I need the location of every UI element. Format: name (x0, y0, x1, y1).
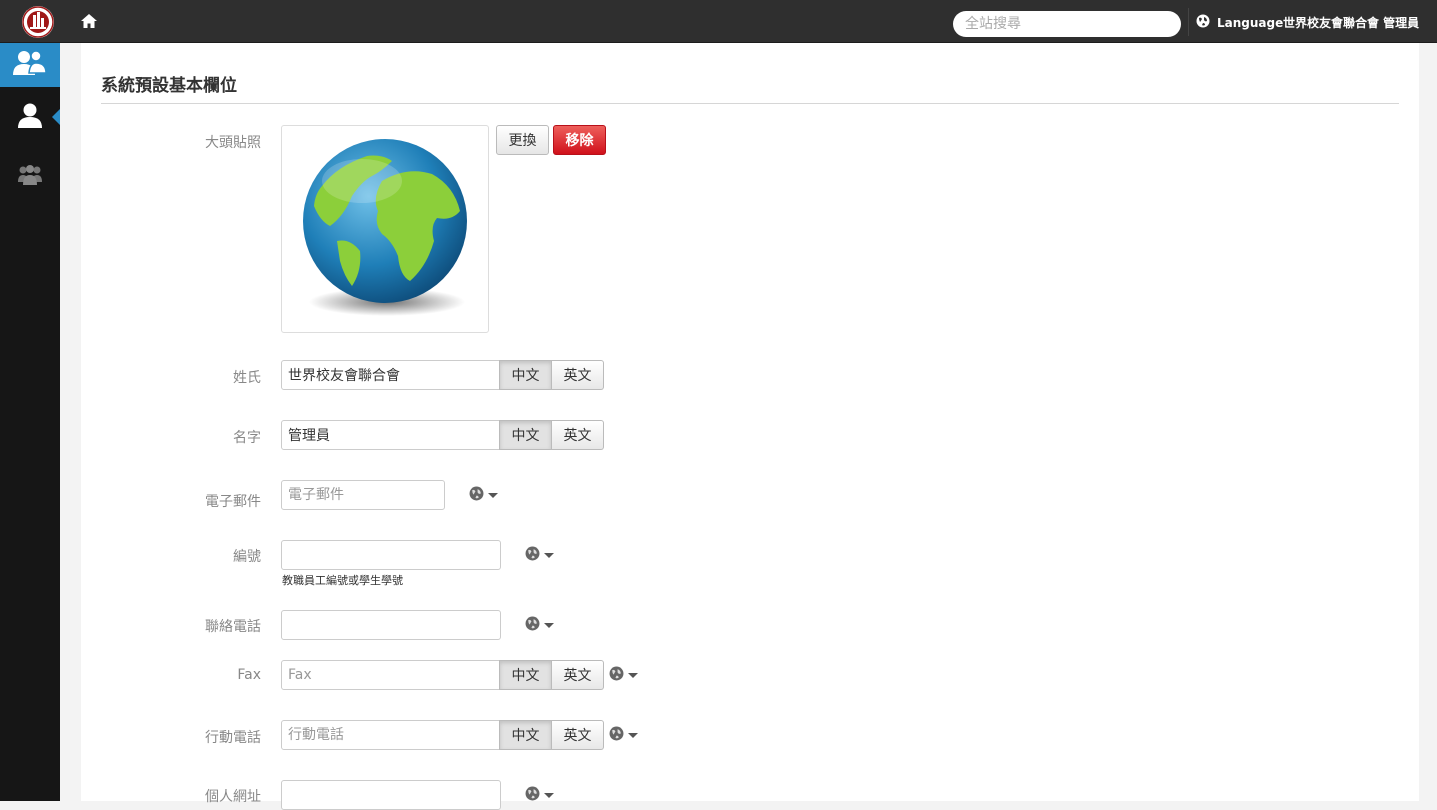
language-menu[interactable]: Language (1196, 14, 1283, 31)
chevron-down-icon (628, 733, 638, 738)
globe-icon (469, 486, 484, 505)
members-icon (13, 49, 47, 81)
top-navbar: Language 世界校友會聯合會 管理員 (0, 0, 1437, 43)
chevron-down-icon (544, 623, 554, 628)
sidebar-item-groups[interactable] (0, 155, 60, 199)
main-content: 系統預設基本欄位 大頭貼照 更換 移除 姓氏 世界校友會聯合會 中文 英文 名字… (81, 43, 1419, 810)
fax-privacy-dropdown[interactable] (609, 666, 638, 685)
avatar-preview (281, 125, 489, 333)
last-name-input[interactable] (281, 360, 500, 390)
last-name-lang-zh-button[interactable]: 中文 (499, 360, 552, 390)
chevron-down-icon (544, 793, 554, 798)
phone-input[interactable] (281, 610, 501, 640)
last-name-lang-en-button[interactable]: 英文 (552, 360, 604, 390)
globe-icon (609, 726, 624, 745)
chevron-down-icon (628, 673, 638, 678)
home-icon[interactable] (80, 12, 98, 30)
id-number-input[interactable] (281, 540, 501, 570)
email-privacy-dropdown[interactable] (469, 486, 498, 505)
globe-icon (525, 616, 540, 635)
last-name-label: 姓氏 (233, 370, 261, 386)
mobile-lang-en-button[interactable]: 英文 (552, 720, 604, 750)
title-divider (101, 103, 1399, 104)
user-icon (17, 102, 43, 132)
globe-icon (525, 546, 540, 565)
fax-label: Fax (237, 667, 261, 683)
active-indicator (52, 109, 60, 125)
first-name-lang-en-button[interactable]: 英文 (552, 420, 604, 450)
email-input[interactable] (281, 480, 445, 510)
first-name-lang-zh-button[interactable]: 中文 (499, 420, 552, 450)
chevron-down-icon (544, 553, 554, 558)
change-avatar-button[interactable]: 更換 (496, 125, 549, 155)
first-name-label: 名字 (233, 430, 261, 446)
mobile-lang-zh-button[interactable]: 中文 (499, 720, 552, 750)
remove-avatar-button[interactable]: 移除 (553, 125, 606, 155)
school-logo-icon[interactable] (22, 6, 54, 38)
site-search-input[interactable] (953, 11, 1181, 37)
fax-input[interactable] (281, 660, 500, 690)
website-input[interactable] (281, 780, 501, 810)
fax-lang-zh-button[interactable]: 中文 (499, 660, 552, 690)
sidebar (0, 43, 60, 801)
phone-privacy-dropdown[interactable] (525, 616, 554, 635)
page-title: 系統預設基本欄位 (101, 76, 237, 96)
group-icon (18, 164, 42, 190)
mobile-privacy-dropdown[interactable] (609, 726, 638, 745)
globe-icon (525, 786, 540, 805)
globe-icon (1196, 14, 1210, 31)
fax-lang-en-button[interactable]: 英文 (552, 660, 604, 690)
language-label: Language (1217, 15, 1284, 30)
avatar-label: 大頭貼照 (205, 135, 261, 151)
earth-globe-image (303, 139, 467, 316)
user-menu[interactable]: 世界校友會聯合會 管理員 (1283, 14, 1419, 31)
id-number-privacy-dropdown[interactable] (525, 546, 554, 565)
mobile-input[interactable] (281, 720, 500, 750)
navbar-divider (1188, 8, 1189, 36)
sidebar-item-members[interactable] (0, 43, 60, 87)
id-number-help-text: 教職員工編號或學生學號 (282, 574, 403, 587)
website-label: 個人網址 (205, 789, 261, 805)
email-label: 電子郵件 (205, 494, 261, 510)
mobile-label: 行動電話 (205, 730, 261, 746)
globe-icon (609, 666, 624, 685)
first-name-input[interactable] (281, 420, 500, 450)
chevron-down-icon (488, 493, 498, 498)
phone-label: 聯絡電話 (205, 619, 261, 635)
id-number-label: 編號 (233, 549, 261, 565)
website-privacy-dropdown[interactable] (525, 786, 554, 805)
sidebar-item-user[interactable] (0, 95, 60, 139)
